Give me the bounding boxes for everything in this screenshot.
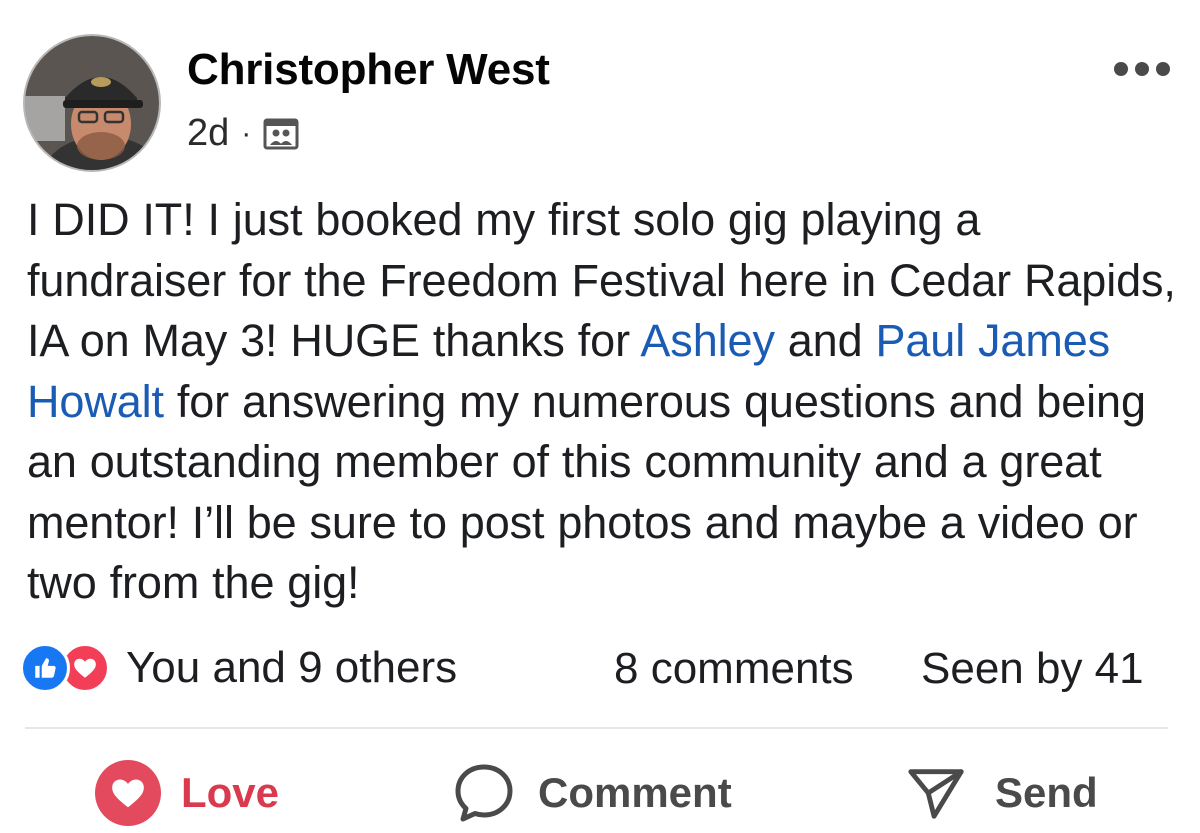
more-dot: [1114, 62, 1128, 76]
like-reaction-icon: [20, 643, 70, 693]
divider: [25, 727, 1168, 729]
reactions-text: You and 9 others: [126, 643, 458, 692]
avatar-photo: [25, 36, 159, 170]
comment-button[interactable]: Comment: [452, 760, 732, 826]
more-dot: [1156, 62, 1170, 76]
more-dot: [1135, 62, 1149, 76]
post-body: I DID IT! I just booked my first solo gi…: [27, 190, 1177, 614]
post-meta: 2d ·: [187, 112, 299, 155]
love-icon: [95, 760, 161, 826]
meta-separator: ·: [241, 116, 252, 150]
send-label: Send: [995, 769, 1098, 816]
author-name[interactable]: Christopher West: [187, 45, 550, 95]
love-button[interactable]: Love: [95, 760, 279, 826]
send-button[interactable]: Send: [905, 760, 1098, 826]
post-time[interactable]: 2d: [187, 112, 229, 155]
send-icon: [908, 769, 964, 819]
more-icon[interactable]: [1114, 58, 1170, 80]
seen-by-count[interactable]: Seen by 41: [921, 644, 1144, 694]
post-card: Christopher West 2d · I DID IT! I just b…: [0, 0, 1200, 833]
post-body-text: and: [774, 315, 876, 366]
comments-count[interactable]: 8 comments: [614, 644, 854, 694]
group-icon: [263, 118, 299, 149]
avatar[interactable]: [25, 36, 159, 170]
comment-icon: [455, 764, 513, 822]
mention-link[interactable]: Ashley: [640, 315, 775, 366]
post-body-text: for answering my numerous questions and …: [27, 375, 1146, 609]
reactions-summary[interactable]: You and 9 others: [20, 640, 457, 696]
comment-label: Comment: [538, 769, 732, 816]
love-label: Love: [181, 769, 280, 816]
